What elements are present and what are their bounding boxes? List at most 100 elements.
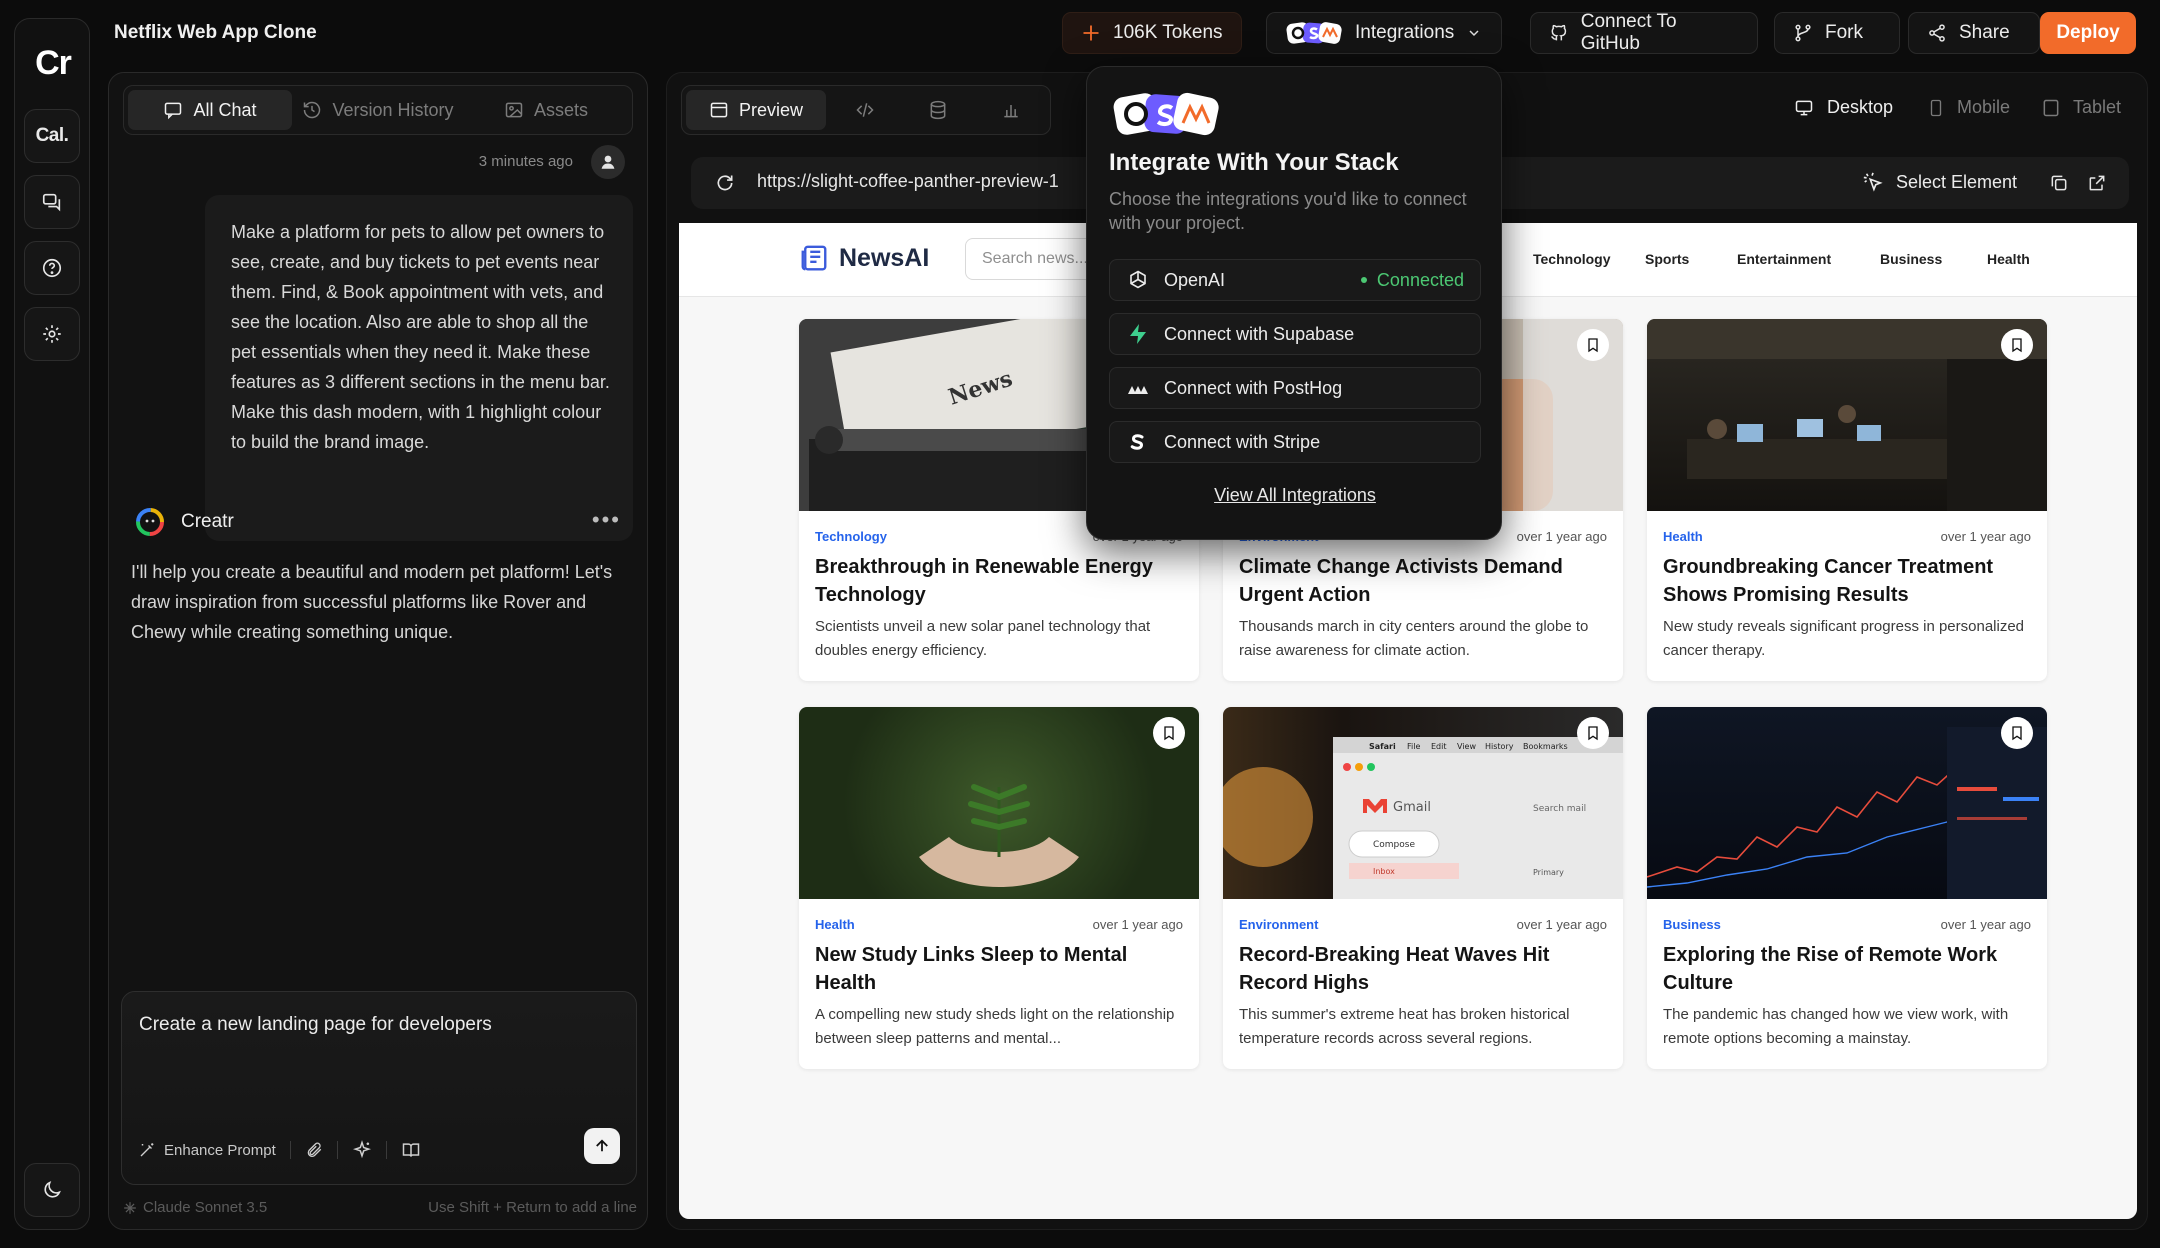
site-nav-entertainment[interactable]: Entertainment xyxy=(1737,251,1831,267)
bookmark-button[interactable] xyxy=(1577,329,1609,361)
bookmark-icon xyxy=(1588,338,1598,353)
refresh-icon[interactable] xyxy=(715,173,735,193)
article-card[interactable]: Health over 1 year ago Groundbreaking Ca… xyxy=(1647,319,2047,681)
tab-database[interactable] xyxy=(903,90,972,130)
select-element-label: Select Element xyxy=(1895,171,2017,192)
integration-stripe[interactable]: Connect with Stripe xyxy=(1109,421,1481,463)
sparkle-icon xyxy=(1083,25,1099,41)
tab-preview[interactable]: Preview xyxy=(686,90,826,130)
chats-button[interactable] xyxy=(24,175,80,229)
tab-version-history[interactable]: Version History xyxy=(296,90,460,130)
site-search-input[interactable]: Search news... xyxy=(965,238,1105,280)
status-badge: Connected xyxy=(1360,270,1464,291)
connect-github-button[interactable]: Connect To GitHub xyxy=(1530,11,1758,54)
integration-openai[interactable]: OpenAI Connected xyxy=(1109,259,1481,301)
deploy-button[interactable]: Deploy xyxy=(2040,12,2136,54)
article-card[interactable]: Safari File Edit View History Bookmarks … xyxy=(1223,707,1623,1069)
sparkles-icon[interactable] xyxy=(352,1140,372,1160)
integration-stripe-label: Connect with Stripe xyxy=(1164,431,1321,452)
bot-header: Creatr xyxy=(135,507,234,537)
cal-workspace-button[interactable]: Cal. xyxy=(24,109,80,163)
site-nav-technology[interactable]: Technology xyxy=(1533,251,1611,267)
article-card[interactable]: Business over 1 year ago Exploring the R… xyxy=(1647,707,2047,1069)
external-link-icon[interactable] xyxy=(2087,173,2107,193)
integrations-button[interactable]: Integrations xyxy=(1266,12,1502,54)
tab-assets-label: Assets xyxy=(533,99,589,120)
user-message: Make a platform for pets to allow pet ow… xyxy=(205,195,633,541)
bookmark-button[interactable] xyxy=(2001,329,2033,361)
moon-icon xyxy=(44,1181,61,1198)
article-image-stock-chart xyxy=(1647,707,2047,899)
monitor-icon xyxy=(1795,100,1813,115)
newspaper-icon xyxy=(801,245,827,271)
more-options-icon[interactable]: ••• xyxy=(592,507,621,533)
prompt-input[interactable]: Create a new landing page for developers xyxy=(139,1014,492,1036)
bookmark-button[interactable] xyxy=(1577,717,1609,749)
device-desktop[interactable]: Desktop xyxy=(1793,97,1893,118)
integration-posthog[interactable]: Connect with PostHog xyxy=(1109,367,1481,409)
composer-toolbar: Enhance Prompt xyxy=(138,1140,421,1160)
arrow-up-icon xyxy=(596,1139,608,1152)
site-brand[interactable]: NewsAI xyxy=(799,243,929,273)
tab-all-chat-label: All Chat xyxy=(193,99,257,120)
copy-icon[interactable] xyxy=(2049,173,2069,193)
menu-view: View xyxy=(1457,742,1476,751)
bookmark-icon xyxy=(1588,726,1598,741)
select-element-button[interactable]: Select Element xyxy=(1862,171,2017,193)
site-nav-business[interactable]: Business xyxy=(1880,251,1942,267)
article-title[interactable]: Record-Breaking Heat Waves Hit Record Hi… xyxy=(1239,941,1609,997)
phone-icon xyxy=(1930,99,1942,116)
enhance-prompt-button[interactable]: Enhance Prompt xyxy=(138,1141,276,1159)
tokens-button[interactable]: 106K Tokens xyxy=(1062,12,1242,54)
integration-supabase[interactable]: Connect with Supabase xyxy=(1109,313,1481,355)
tab-assets[interactable]: Assets xyxy=(464,90,628,130)
help-icon xyxy=(42,258,62,278)
enhance-prompt-label: Enhance Prompt xyxy=(164,1141,276,1159)
article-category: Business xyxy=(1663,917,1721,932)
search-mail-text: Search mail xyxy=(1533,804,1586,814)
help-button[interactable] xyxy=(24,241,80,295)
tab-analytics[interactable] xyxy=(977,90,1046,130)
code-icon xyxy=(856,103,874,117)
article-title[interactable]: New Study Links Sleep to Mental Health xyxy=(815,941,1185,997)
url-text[interactable]: https://slight-coffee-panther-preview-1 xyxy=(757,171,1059,192)
article-title[interactable]: Climate Change Activists Demand Urgent A… xyxy=(1239,553,1609,609)
book-icon[interactable] xyxy=(401,1140,421,1160)
share-button[interactable]: Share xyxy=(1908,12,2040,54)
model-label: Claude Sonnet 3.5 xyxy=(143,1199,268,1216)
tab-all-chat[interactable]: All Chat xyxy=(128,90,292,130)
article-title[interactable]: Groundbreaking Cancer Treatment Shows Pr… xyxy=(1663,553,2033,609)
article-category: Environment xyxy=(1239,917,1319,932)
send-button[interactable] xyxy=(584,1128,620,1164)
fork-button[interactable]: Fork xyxy=(1774,12,1900,54)
bookmark-button[interactable] xyxy=(1153,717,1185,749)
bookmark-button[interactable] xyxy=(2001,717,2033,749)
paperclip-icon[interactable] xyxy=(305,1141,323,1159)
device-mobile[interactable]: Mobile xyxy=(1927,97,2010,118)
device-tablet[interactable]: Tablet xyxy=(2041,97,2121,118)
article-title[interactable]: Breakthrough in Renewable Energy Technol… xyxy=(815,553,1185,609)
article-age: over 1 year ago xyxy=(1516,529,1607,544)
menu-safari: Safari xyxy=(1369,742,1396,751)
tokens-label: 106K Tokens xyxy=(1113,22,1223,43)
prompt-composer[interactable]: Create a new landing page for developers… xyxy=(121,991,637,1185)
integrations-popup: Integrate With Your Stack Choose the int… xyxy=(1086,66,1502,540)
article-desc: New study reveals significant progress i… xyxy=(1663,618,2025,659)
user-avatar xyxy=(591,145,625,179)
site-nav-health[interactable]: Health xyxy=(1987,251,2030,267)
article-title[interactable]: Exploring the Rise of Remote Work Cultur… xyxy=(1663,941,2033,997)
theme-toggle-button[interactable] xyxy=(24,1163,80,1217)
menu-history: History xyxy=(1485,742,1514,751)
device-mobile-label: Mobile xyxy=(1957,97,2011,117)
model-selector[interactable]: Claude Sonnet 3.5 xyxy=(123,1199,267,1216)
article-card[interactable]: Health over 1 year ago New Study Links S… xyxy=(799,707,1199,1069)
tab-code[interactable] xyxy=(830,90,899,130)
site-nav-sports[interactable]: Sports xyxy=(1645,251,1689,267)
image-icon xyxy=(505,102,523,118)
chat-icon xyxy=(42,193,61,212)
view-all-integrations-link[interactable]: View All Integrations xyxy=(1087,485,1503,506)
popup-title: Integrate With Your Stack xyxy=(1109,149,1399,176)
settings-button[interactable] xyxy=(24,307,80,361)
menu-bookmarks: Bookmarks xyxy=(1523,742,1568,751)
github-icon xyxy=(1551,24,1567,41)
